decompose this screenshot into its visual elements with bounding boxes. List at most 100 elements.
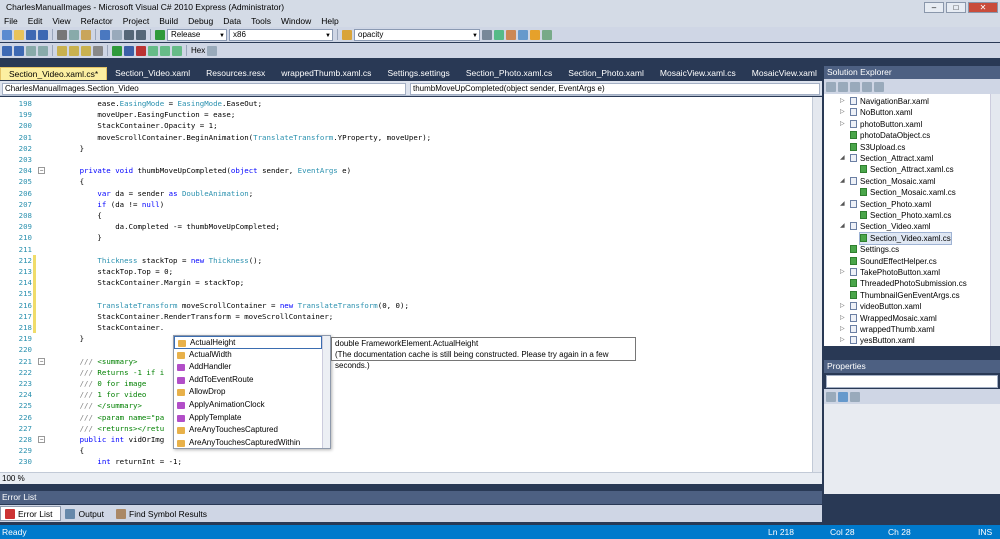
step-over-icon[interactable]	[148, 45, 158, 56]
alphabetical-icon[interactable]	[838, 391, 848, 402]
comment-icon[interactable]	[2, 45, 12, 56]
maximize-button[interactable]: □	[946, 1, 966, 13]
menu-item-view[interactable]: View	[48, 16, 76, 26]
document-tab[interactable]: Section_Photo.xaml.cs	[458, 67, 560, 80]
solution-item[interactable]: ThreadedPhotoSubmission.cs	[850, 278, 967, 289]
solution-item[interactable]: Section_Mosaic.xaml.cs	[860, 187, 956, 198]
save-all-icon[interactable]	[38, 29, 48, 40]
solution-item[interactable]: yesButton.xaml	[850, 335, 915, 346]
copy-icon[interactable]	[69, 29, 79, 40]
stop-icon[interactable]	[136, 45, 146, 56]
solution-item[interactable]: Section_Photo.xaml.cs	[860, 210, 951, 221]
bookmark-icon[interactable]	[57, 45, 67, 56]
break-all-icon[interactable]	[124, 45, 134, 56]
solution-item[interactable]: NavigationBar.xaml	[850, 96, 929, 107]
member-combo[interactable]: thumbMoveUpCompleted(object sender, Even…	[410, 83, 820, 95]
step-into-icon[interactable]	[160, 45, 170, 56]
solution-explorer-icon[interactable]	[494, 29, 504, 40]
solution-explorer-scrollbar[interactable]	[990, 94, 1000, 346]
menu-item-project[interactable]: Project	[119, 16, 155, 26]
show-all-files-icon[interactable]	[838, 81, 848, 92]
solution-item[interactable]: photoDataObject.cs	[850, 130, 930, 141]
solution-item[interactable]: Section_Mosaic.xaml	[850, 176, 936, 187]
paste-icon[interactable]	[81, 29, 91, 40]
intellisense-item[interactable]: AllowDrop	[174, 386, 330, 399]
intellisense-item[interactable]: AreAnyTouchesCapturedWithin	[174, 437, 330, 450]
save-icon[interactable]	[26, 29, 36, 40]
solution-item[interactable]: TakePhotoButton.xaml	[850, 267, 940, 278]
collapse-arrow-icon[interactable]: ◢	[840, 221, 845, 232]
prev-bookmark-icon[interactable]	[69, 45, 79, 56]
redo-icon[interactable]	[112, 29, 122, 40]
solution-item[interactable]: WrappedMosaic.xaml	[850, 313, 937, 324]
document-tab[interactable]: Settings.settings	[379, 67, 457, 80]
clear-bookmarks-icon[interactable]	[93, 45, 103, 56]
minimize-button[interactable]: –	[924, 1, 944, 13]
menu-item-refactor[interactable]: Refactor	[77, 16, 119, 26]
solution-item[interactable]: videoButton.xaml	[850, 301, 921, 312]
document-tab[interactable]: Section_Video.xaml	[107, 67, 198, 80]
toolbox-icon[interactable]	[530, 29, 540, 40]
cut-icon[interactable]	[57, 29, 67, 40]
menu-item-build[interactable]: Build	[155, 16, 184, 26]
document-tab[interactable]: MosaicView.xaml	[744, 67, 825, 80]
indent-icon[interactable]	[26, 45, 36, 56]
expand-arrow-icon[interactable]: ▷	[840, 119, 845, 130]
solution-item[interactable]: SoundEffectHelper.cs	[850, 256, 937, 267]
expand-arrow-icon[interactable]: ▷	[840, 96, 845, 107]
intellisense-item[interactable]: ApplyTemplate	[174, 412, 330, 425]
intellisense-item[interactable]: ApplyAnimationClock	[174, 399, 330, 412]
step-out-icon[interactable]	[172, 45, 182, 56]
platform-combo[interactable]: x86 ▼	[229, 28, 333, 41]
intellisense-list[interactable]: ActualHeight ActualWidth AddHandler AddToEv…	[173, 335, 331, 449]
bottom-tab[interactable]: Output	[61, 506, 112, 521]
document-tab[interactable]: MosaicView.xaml.cs	[652, 67, 744, 80]
intellisense-item[interactable]: AreAnyTouchesCaptured	[174, 424, 330, 437]
expand-arrow-icon[interactable]: ▷	[840, 107, 845, 118]
document-tab[interactable]: Section_Photo.xaml	[560, 67, 652, 80]
bottom-tab[interactable]: Error List	[0, 506, 62, 521]
solution-item[interactable]: NoButton.xaml	[850, 107, 912, 118]
expand-arrow-icon[interactable]: ▷	[840, 324, 845, 335]
solution-item[interactable]: Settings.cs	[850, 244, 899, 255]
navigate-forward-icon[interactable]	[136, 29, 146, 40]
editor-horizontal-scrollbar[interactable]	[0, 472, 822, 484]
categorized-icon[interactable]	[826, 391, 836, 402]
collapse-arrow-icon[interactable]: ◢	[840, 176, 845, 187]
next-bookmark-icon[interactable]	[81, 45, 91, 56]
object-browser-icon[interactable]	[518, 29, 528, 40]
find-in-files-icon[interactable]	[342, 29, 352, 40]
expand-arrow-icon[interactable]: ▷	[840, 313, 845, 324]
start-debugging-icon[interactable]	[155, 29, 165, 40]
solution-item[interactable]: photoButton.xaml	[850, 119, 922, 130]
code-editor[interactable]: 198 ease.EasingMode = EasingMode.EaseOut…	[0, 97, 812, 472]
find-icon[interactable]	[482, 29, 492, 40]
uncomment-icon[interactable]	[14, 45, 24, 56]
expand-arrow-icon[interactable]: ▷	[840, 267, 845, 278]
find-combo[interactable]: opacity ▼	[354, 28, 480, 41]
properties-icon[interactable]	[826, 81, 836, 92]
expand-arrow-icon[interactable]: ▷	[840, 335, 845, 346]
menu-item-window[interactable]: Window	[277, 16, 317, 26]
intellisense-item[interactable]: AddHandler	[174, 361, 330, 374]
solution-item[interactable]: Section_Video.xaml	[850, 221, 931, 232]
new-project-icon[interactable]	[2, 29, 12, 40]
intellisense-item[interactable]: ActualWidth	[174, 349, 330, 362]
document-tab[interactable]: Section_Video.xaml.cs*	[0, 67, 108, 80]
menu-item-tools[interactable]: Tools	[247, 16, 277, 26]
solution-item[interactable]: Section_Attract.xaml.cs	[860, 164, 954, 175]
property-pages-icon[interactable]	[850, 391, 860, 402]
collapse-arrow-icon[interactable]: ◢	[840, 199, 845, 210]
refresh-icon[interactable]	[850, 81, 860, 92]
solution-item[interactable]: Section_Video.xaml.cs	[859, 231, 952, 246]
expand-arrow-icon[interactable]: ▷	[840, 301, 845, 312]
properties-icon[interactable]	[506, 29, 516, 40]
windows-icon[interactable]	[207, 45, 218, 56]
type-combo[interactable]: CharlesManualImages.Section_Video	[2, 83, 406, 95]
view-code-icon[interactable]	[862, 81, 872, 92]
configuration-combo[interactable]: Release ▼	[167, 28, 227, 41]
solution-item[interactable]: Section_Photo.xaml	[850, 199, 931, 210]
menu-item-edit[interactable]: Edit	[24, 16, 49, 26]
zoom-level[interactable]: 100 %	[0, 474, 36, 484]
editor-vertical-scrollbar[interactable]	[812, 97, 822, 472]
